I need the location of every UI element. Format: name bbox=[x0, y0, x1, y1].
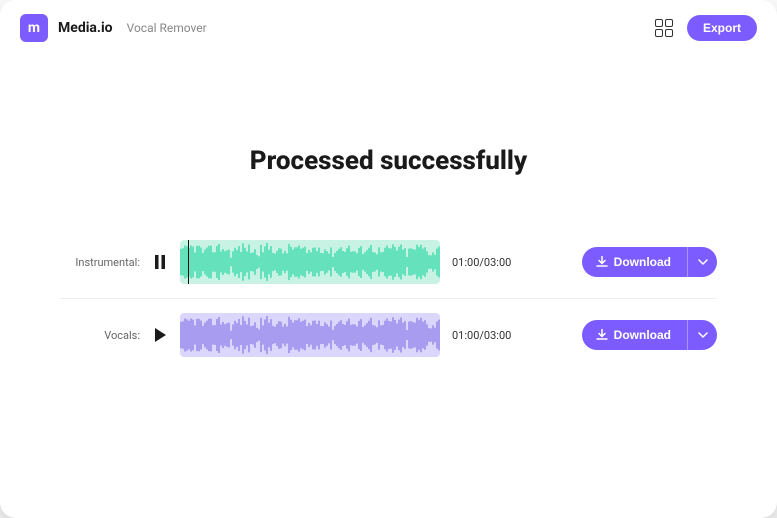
time-display: 01:00/03:00 bbox=[452, 256, 511, 269]
play-icon bbox=[154, 328, 166, 342]
time-display: 01:00/03:00 bbox=[452, 329, 511, 342]
chevron-down-icon bbox=[698, 259, 708, 265]
track-row-instrumental: Instrumental: 01:00/03:00 Download bbox=[60, 226, 717, 298]
apps-grid-icon[interactable] bbox=[655, 19, 673, 37]
download-icon bbox=[596, 256, 608, 268]
download-options-button[interactable] bbox=[687, 247, 717, 277]
download-button[interactable]: Download bbox=[582, 320, 687, 350]
export-button[interactable]: Export bbox=[687, 15, 757, 41]
download-button[interactable]: Download bbox=[582, 247, 687, 277]
track-label: Instrumental: bbox=[60, 256, 140, 269]
pause-button[interactable] bbox=[152, 255, 168, 269]
pause-icon bbox=[154, 255, 166, 269]
main-content: Processed successfully Instrumental: 01:… bbox=[0, 56, 777, 371]
playhead[interactable] bbox=[188, 240, 189, 284]
download-options-button[interactable] bbox=[687, 320, 717, 350]
chevron-down-icon bbox=[698, 332, 708, 338]
play-button[interactable] bbox=[152, 328, 168, 342]
waveform-instrumental[interactable] bbox=[180, 240, 440, 284]
app-window: m Media.io Vocal Remover Export Processe… bbox=[0, 0, 777, 518]
download-group: Download bbox=[582, 247, 717, 277]
track-label: Vocals: bbox=[60, 329, 140, 342]
brand-logo: m bbox=[20, 14, 48, 42]
breadcrumb: Vocal Remover bbox=[127, 21, 207, 35]
brand-name: Media.io bbox=[58, 20, 113, 36]
header: m Media.io Vocal Remover Export bbox=[0, 0, 777, 56]
track-row-vocals: Vocals: 01:00/03:00 Download bbox=[60, 299, 717, 371]
download-label: Download bbox=[614, 328, 671, 342]
header-actions: Export bbox=[655, 15, 757, 41]
page-title: Processed successfully bbox=[60, 146, 717, 176]
download-label: Download bbox=[614, 255, 671, 269]
download-group: Download bbox=[582, 320, 717, 350]
waveform-vocals[interactable] bbox=[180, 313, 440, 357]
download-icon bbox=[596, 329, 608, 341]
